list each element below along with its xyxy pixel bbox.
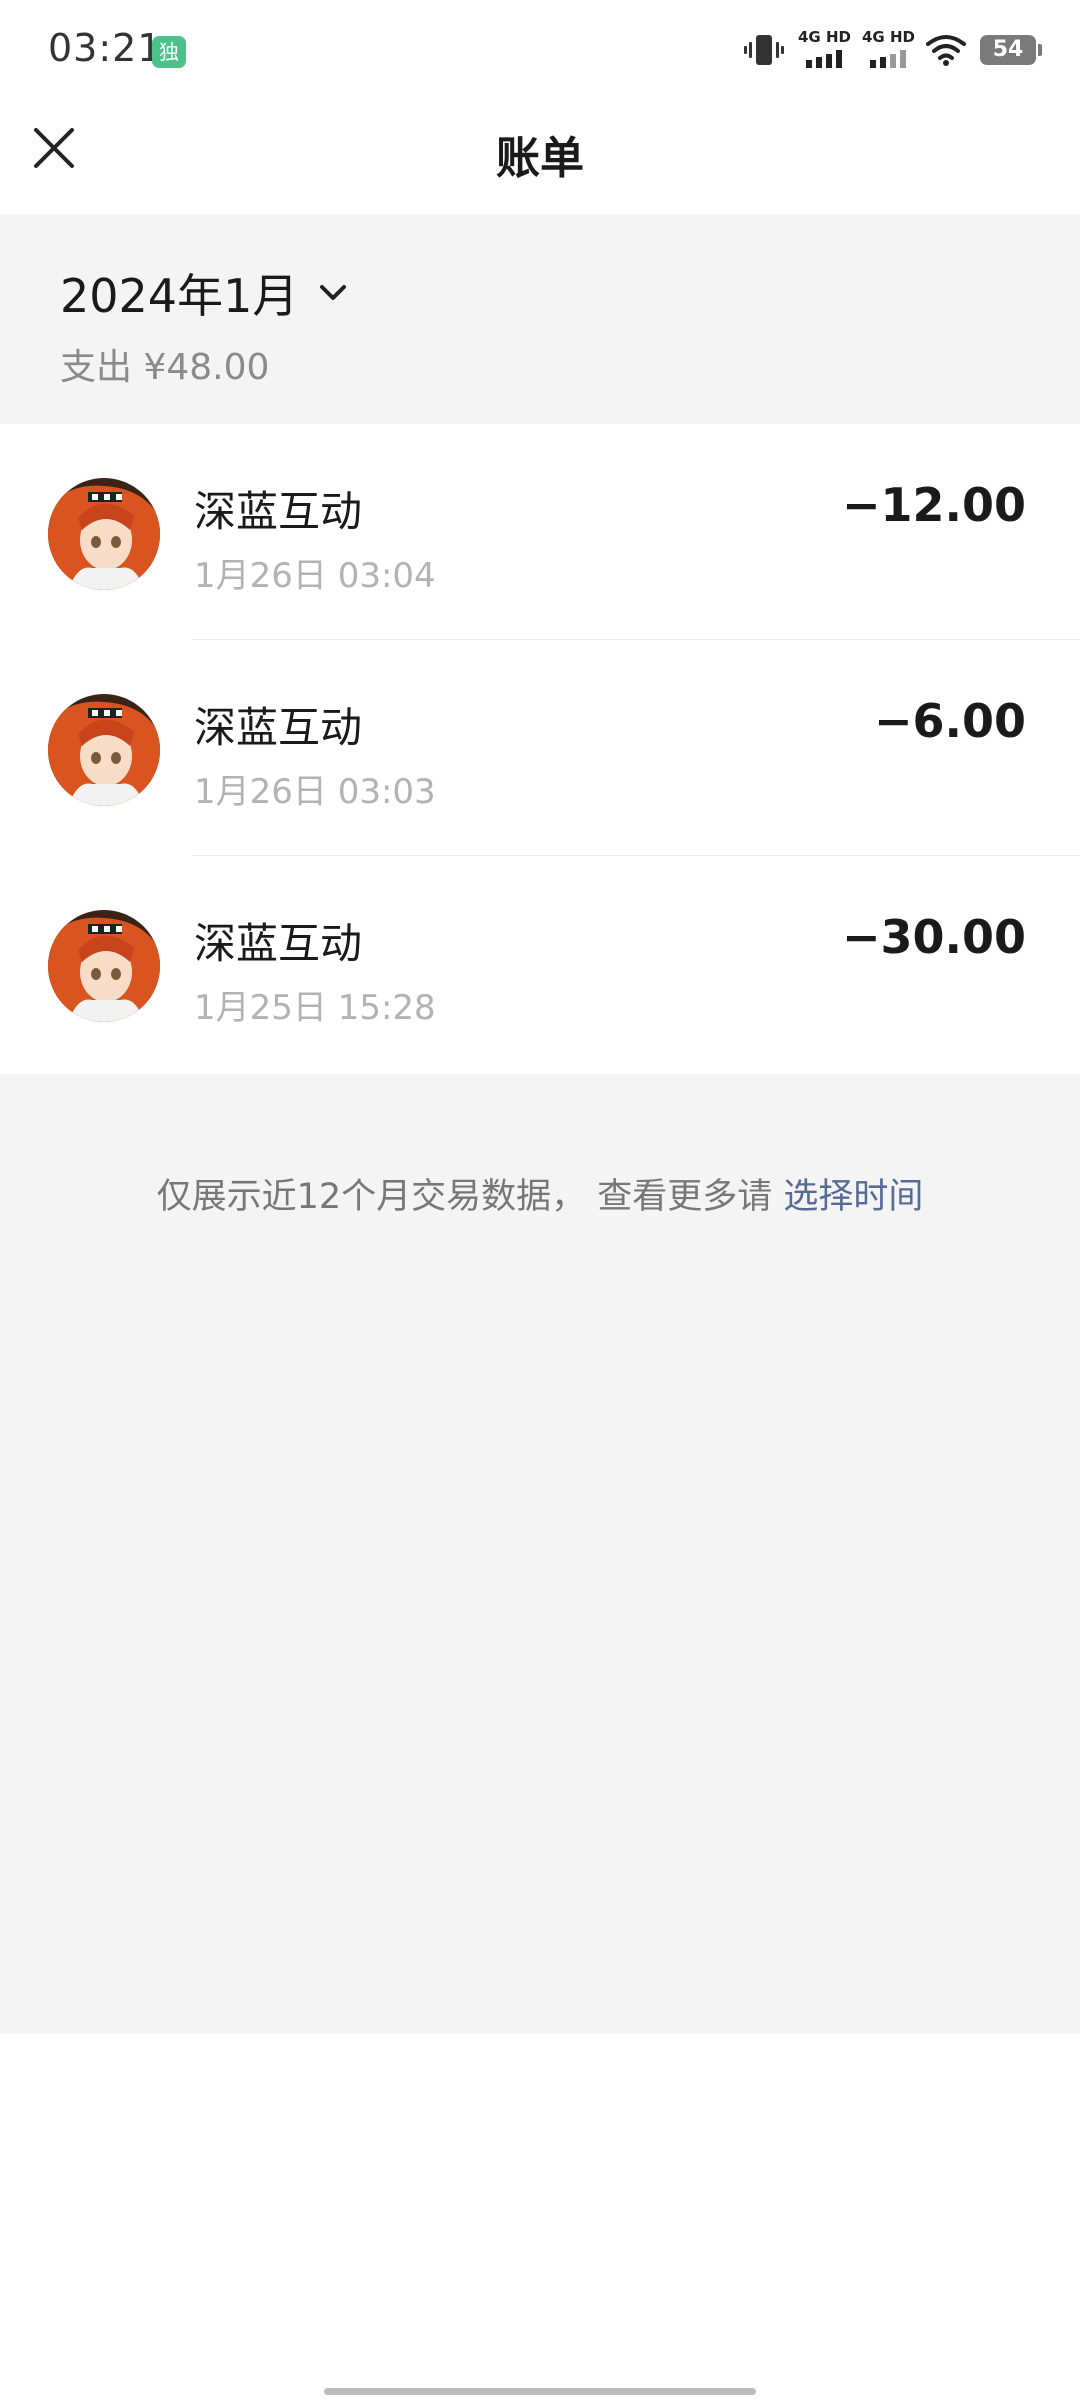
month-header: 2024年1月 支出 ¥48.00 [0,214,1080,424]
merchant-avatar [48,910,160,1022]
page-title: 账单 [496,133,584,184]
transaction-amount: −12.00 [841,478,1026,532]
merchant-avatar [48,478,160,590]
signal-icon [806,50,842,68]
status-time: 03:21 [48,26,163,70]
app-notification-badge: 独 [152,36,186,68]
network-indicator-2: 4G HD [862,28,915,72]
merchant-name: 深蓝互动 [194,487,363,536]
footer-area: 仅展示近12个月交易数据， 查看更多请 选择时间 [0,1074,1080,2034]
merchant-name: 深蓝互动 [194,919,363,968]
signal-icon [870,50,906,68]
transaction-time: 1月25日 15:28 [194,988,436,1028]
month-selector[interactable]: 2024年1月 [60,260,350,326]
transaction-list: 深蓝互动 1月26日 03:04 −12.00 深蓝互动 1月26日 03:03… [0,424,1080,1072]
home-indicator[interactable] [324,2388,756,2395]
vibrate-icon [744,35,784,65]
network-label-2: 4G HD [862,28,915,46]
wifi-icon [926,35,966,66]
select-time-link[interactable]: 选择时间 [783,1177,923,1217]
footer-note-text: 仅展示近12个月交易数据， 查看更多请 [156,1177,784,1217]
transaction-amount: −6.00 [873,694,1026,748]
transaction-amount: −30.00 [841,910,1026,964]
transaction-row[interactable]: 深蓝互动 1月26日 03:04 −12.00 [0,424,1080,640]
merchant-avatar [48,694,160,806]
transaction-row[interactable]: 深蓝互动 1月26日 03:03 −6.00 [0,640,1080,856]
status-icons: 4G HD 4G HD 54 [744,26,1042,74]
merchant-name: 深蓝互动 [194,703,363,752]
transaction-row[interactable]: 深蓝互动 1月25日 15:28 −30.00 [0,856,1080,1072]
footer-note: 仅展示近12个月交易数据， 查看更多请 选择时间 [0,1168,1080,1219]
chevron-down-icon [320,285,347,300]
transaction-time: 1月26日 03:04 [194,556,436,596]
transaction-time: 1月26日 03:03 [194,772,436,812]
network-label-1: 4G HD [798,28,851,46]
title-bar: 账单 [0,100,1080,214]
battery-icon: 54 [980,35,1042,65]
month-label: 2024年1月 [60,269,299,323]
month-expense-summary: 支出 ¥48.00 [60,347,270,388]
status-bar: 03:21 独 4G HD 4G HD 54 [0,0,1080,100]
network-indicator-1: 4G HD [798,28,851,72]
